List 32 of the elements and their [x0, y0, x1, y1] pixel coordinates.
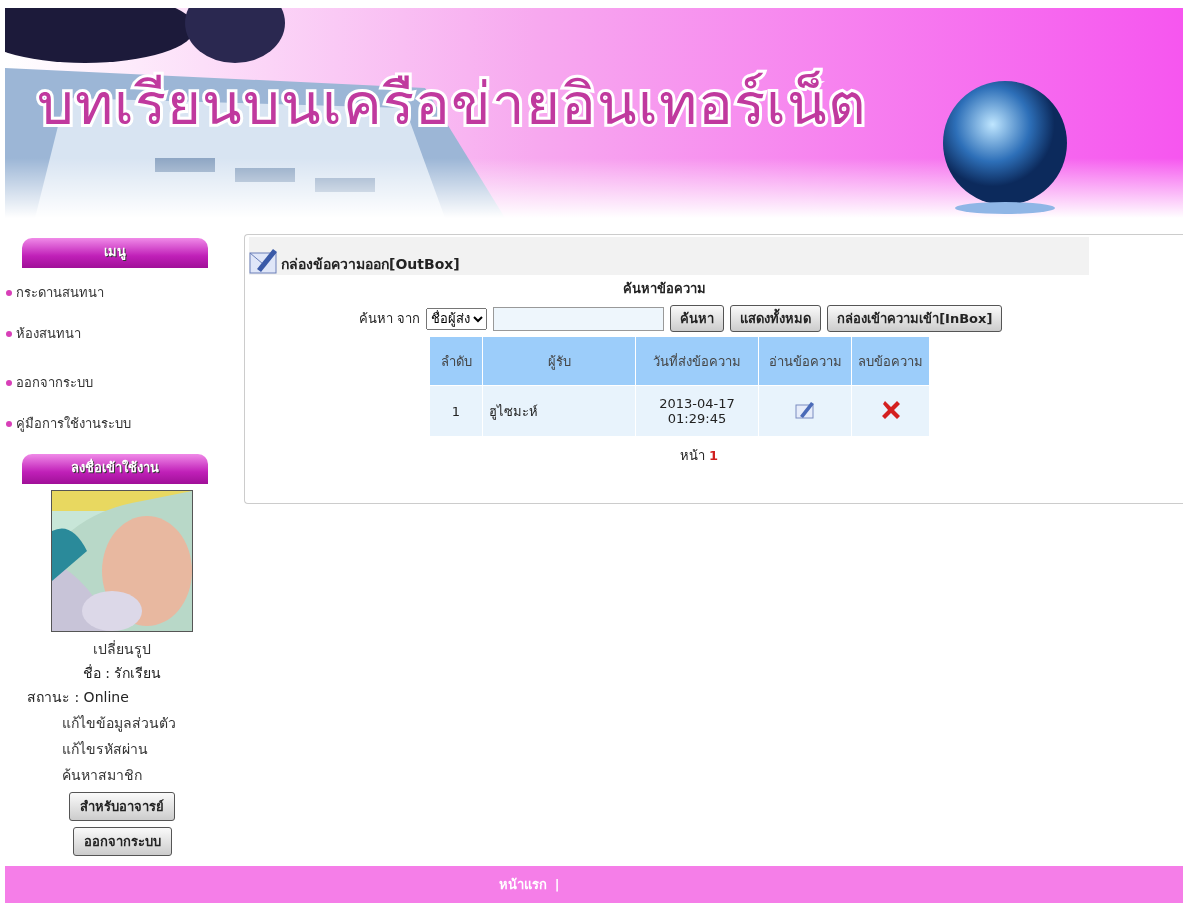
logout-button[interactable]: ออกจากระบบ	[72, 827, 172, 856]
table-cell: 2013-04-17 01:29:45	[636, 386, 758, 436]
table-cell: ฮูไซมะห์	[483, 386, 635, 436]
profile-link[interactable]: ค้นหาสมาชิก	[62, 764, 176, 786]
menu-link[interactable]: ออกจากระบบ	[16, 372, 93, 393]
field-dropdown[interactable]: ชื่อผู้ส่ง	[426, 307, 488, 330]
change-photo-link[interactable]: เปลี่ยนรูป	[93, 638, 151, 660]
menu-link[interactable]: ห้องสนทนา	[16, 323, 81, 344]
inbox-button[interactable]: กล่องเข้าความเข้า[InBox]	[827, 305, 1003, 332]
column-header: อ่านข้อความ	[759, 337, 851, 385]
menu-link[interactable]: กระดานสนทนา	[16, 282, 104, 303]
page-label: หน้า	[679, 448, 706, 463]
menu-link[interactable]: คู่มือการใช้งานระบบ	[16, 413, 131, 434]
column-header: ลำดับ	[430, 337, 482, 385]
search-title: ค้นหาข้อความ	[621, 280, 707, 298]
search-button[interactable]: ค้นหา	[670, 305, 725, 332]
column-header: วันที่ส่งข้อความ	[636, 337, 758, 385]
login-header: ลงชื่อเข้าใช้งาน	[22, 454, 208, 484]
menu-header: เมนู	[22, 238, 208, 268]
teacher-button[interactable]: สำหรับอาจารย์	[69, 792, 175, 821]
show-all-button[interactable]: แสดงทั้งหมด	[730, 305, 822, 332]
profile-link[interactable]: แก้ไขข้อมูลส่วนตัว	[62, 712, 176, 734]
search-label: ค้นหา จาก	[359, 310, 421, 328]
outbox-title: กล่องข้อความออก[OutBox]	[281, 255, 460, 274]
column-header: ผู้รับ	[483, 337, 635, 385]
profile-link[interactable]: แก้ไขรหัสผ่าน	[62, 738, 176, 760]
user-status: สถานะ : Online	[27, 688, 129, 707]
table-cell: 1	[430, 386, 482, 436]
page-link[interactable]: 1	[709, 448, 719, 463]
separator: |	[554, 877, 560, 892]
column-header: ลบข้อความ	[852, 337, 929, 385]
user-name: ชื่อ : รักเรียน	[82, 663, 162, 683]
